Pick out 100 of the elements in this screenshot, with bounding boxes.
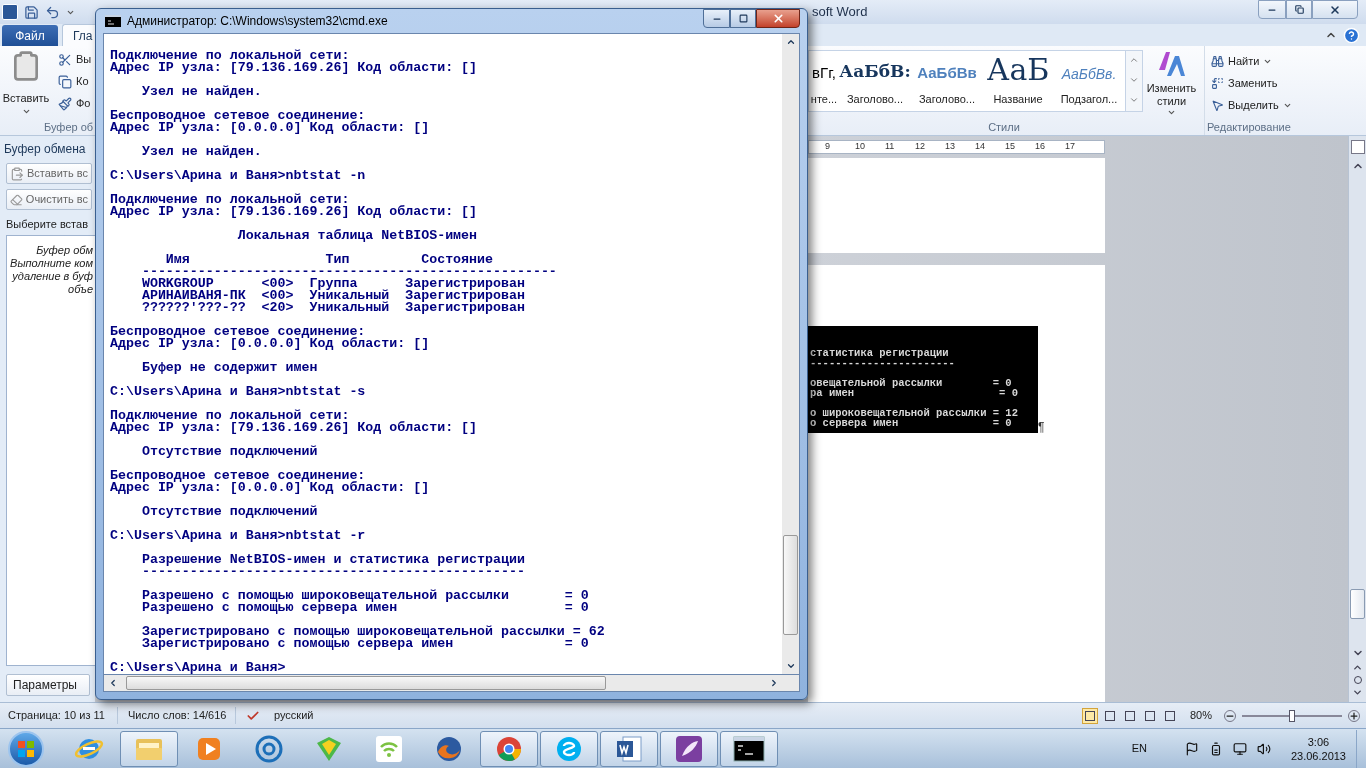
change-styles-button[interactable]: Изменить стили [1143,50,1200,119]
ruler-number: 15 [1005,140,1016,154]
undo-icon[interactable] [45,4,60,20]
maximize-button[interactable] [730,9,756,28]
console-line: статистика регистрации [810,348,949,358]
scroll-thumb[interactable] [1350,589,1365,619]
replace-icon [1211,76,1224,90]
copy-icon [58,74,72,89]
scroll-thumb[interactable] [126,676,606,690]
group-label: Стили [987,120,1021,135]
pane-message-line: удаление в буф [12,269,93,283]
style-item[interactable]: АаБбВв Заголово... [911,51,983,111]
console-line: Беспроводное сетевое соединение: [110,110,366,122]
console-line: Разрешение NetBIOS-имен и статистика регистрации [140,554,525,566]
console-line: Адрес IP узла: [79.136.169.26] Код области: [] [110,422,478,434]
pane-button[interactable]: Очистить вс [6,189,92,210]
maximize-icon [738,14,748,23]
save-icon[interactable] [24,4,39,20]
console-line: C:\Users\Арина и Ваня>nbtstat -r [110,530,366,542]
ribbon-tab[interactable]: Гла [62,24,95,46]
ruler-number: 12 [915,140,926,154]
word-count[interactable]: Число слов: 14/616 [118,707,236,724]
paste-icon [10,166,24,181]
editing-button[interactable]: Выделить [1211,96,1292,114]
volume-icon[interactable] [1256,741,1271,756]
console-line: Беспроводное сетевое соединение: [110,326,366,338]
restore-button[interactable] [1286,0,1312,19]
style-item[interactable]: АаБбВв. Подзагол... [1053,51,1125,111]
console-icon [105,15,121,27]
language-indicator[interactable]: русский [274,707,314,724]
console-line: Локальная таблица NetBIOS-имен [236,230,478,242]
console-line: Узел не найден. [140,146,262,158]
style-item[interactable]: вГг, нте... [809,51,839,111]
gallery-scrollbar[interactable] [1125,51,1142,111]
ruler-number: 10 [855,140,866,154]
gallery-more-icon [1129,95,1139,105]
console-line: C:\Users\Арина и Ваня> [110,662,286,674]
restore-icon [1294,5,1304,14]
pane-message-line: Буфер обм [36,243,93,257]
feather-icon [674,733,704,764]
file-tab[interactable]: Файл [2,25,58,46]
ribbon-small-button[interactable]: Ко [58,72,92,91]
terminal-icon [733,735,765,762]
clock[interactable]: 3:06 23.06.2013 [1290,734,1346,763]
console-line: Подключение по локальной сети: [110,410,350,422]
wifi-icon [375,734,403,763]
ribbon-small-button[interactable]: Вы [58,50,92,69]
close-icon [1329,3,1341,16]
taskbar-button[interactable] [600,730,658,767]
console-line: Зарегистрировано с помощью сервера имен = 0 [140,638,589,650]
zoom-slider[interactable] [1242,708,1342,723]
page-count[interactable]: Страница: 10 из 11 [0,707,118,724]
console-line: о сервера имен = 0 [810,418,1012,428]
style-item[interactable]: АаБбВ: Заголово... [839,51,911,111]
ruler-number: 9 [825,140,831,154]
app-icon[interactable] [2,4,18,20]
minimize-button[interactable] [1258,0,1286,19]
scroll-up-icon[interactable] [785,37,796,47]
ruler-number: 13 [945,140,956,154]
start-button[interactable] [8,730,44,767]
pane-message-line: объе [68,282,93,296]
scroll-down-icon[interactable] [785,661,796,671]
close-button[interactable] [756,9,800,28]
style-item[interactable]: АаБ Название [983,51,1053,111]
console-line: АРИНАИВАНЯ-ПК <00> Уникальный Зарегистрирован [140,290,525,302]
view-button[interactable] [1082,707,1098,724]
styles-icon [1156,50,1187,78]
gallery-up-icon [1129,55,1139,65]
group-label: Редактирование [1206,120,1292,135]
scroll-thumb[interactable] [783,535,798,635]
paste-button[interactable]: Вставить [0,50,52,119]
gallery-down-icon [1129,75,1139,85]
scissors-icon [58,52,72,67]
console-line: Беспроводное сетевое соединение: [110,470,366,482]
options-button[interactable]: Параметры [6,674,90,696]
ribbon-small-button[interactable]: Фо [58,94,92,113]
flag-icon[interactable] [1184,741,1199,756]
zoom-level[interactable]: 80% [1190,707,1220,724]
console-line: ------------------------------------------------ [140,566,525,578]
zoom-thumb[interactable] [1289,709,1295,722]
console-line: Подключение по локальной сети: [110,194,350,206]
console-line: ра имен = 0 [810,388,1018,398]
scroll-left-icon[interactable] [108,678,118,688]
eraser-icon [10,192,23,207]
pane-button[interactable]: Вставить вс [6,163,92,184]
console-line: Зарегистрировано с помощью широковещательной рассылки = 62 [140,626,605,638]
editing-button[interactable]: Найти [1211,52,1273,70]
scroll-right-icon[interactable] [769,678,779,688]
previous-page-icon[interactable] [1352,662,1363,673]
ruler-number: 16 [1035,140,1046,154]
taskbar-button[interactable] [660,730,718,767]
taskbar-button[interactable] [720,730,778,767]
next-page-icon[interactable] [1352,687,1363,698]
minimize-button[interactable] [703,9,730,28]
help-icon[interactable] [1343,26,1360,44]
editing-button[interactable]: Заменить [1211,74,1278,92]
pilcrow-mark: ¶ [1038,421,1045,433]
window-title: soft Word [812,3,868,22]
close-icon [771,12,785,25]
input-language[interactable]: EN [1131,740,1147,757]
